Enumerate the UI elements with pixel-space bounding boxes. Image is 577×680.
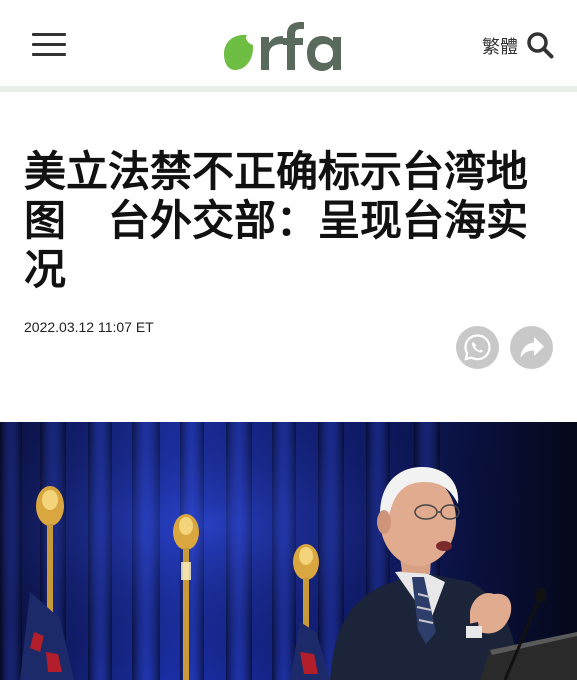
share-button[interactable] — [510, 326, 553, 369]
site-header: 繁體 — [0, 0, 577, 92]
share-arrow-icon — [520, 337, 544, 358]
rfa-logo[interactable] — [221, 18, 355, 74]
hamburger-menu-icon[interactable] — [32, 31, 66, 59]
whatsapp-icon — [464, 334, 491, 361]
language-toggle[interactable]: 繁體 — [482, 33, 518, 59]
whatsapp-share-button[interactable] — [456, 326, 499, 369]
logo-leaf-icon — [224, 34, 254, 70]
article-timestamp: 2022.03.12 11:07 ET — [24, 319, 154, 335]
search-icon[interactable] — [526, 31, 554, 59]
article-headline: 美立法禁不正确标示台湾地图 台外交部：呈现台海实况 — [24, 147, 529, 294]
header-divider — [0, 86, 577, 92]
hero-image — [0, 422, 577, 680]
